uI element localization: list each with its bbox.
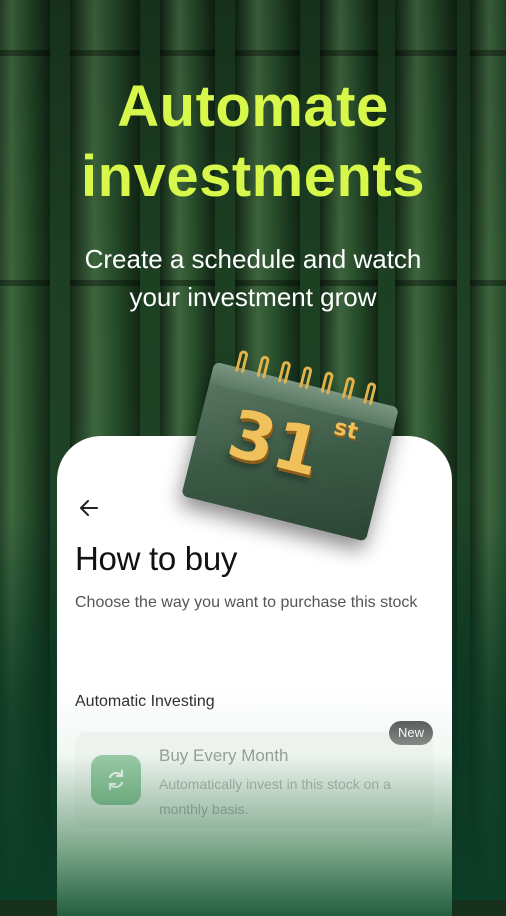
- hero-subline: Create a schedule and watch your investm…: [0, 240, 506, 316]
- subline-line-1: Create a schedule and watch: [84, 244, 422, 274]
- section-label-one-time-purchase: One-time Purchase: [75, 882, 213, 899]
- section-label-automatic-investing: Automatic Investing: [75, 693, 215, 710]
- repeat-icon: [91, 755, 141, 805]
- page-title: How to buy: [75, 540, 238, 577]
- arrow-left-icon: [80, 500, 98, 516]
- back-button[interactable]: [75, 494, 103, 522]
- new-badge: New: [389, 721, 434, 745]
- hero-headline: Automate investments: [0, 72, 506, 212]
- subline-line-2: your investment grow: [129, 282, 377, 312]
- headline-line-1: Automate: [117, 74, 389, 139]
- buy-every-month-option[interactable]: Buy Every Month Automatically invest in …: [75, 732, 433, 828]
- option-description: Automatically invest in this stock on a …: [159, 776, 391, 817]
- headline-line-2: investments: [81, 144, 425, 209]
- option-title: Buy Every Month: [159, 746, 289, 765]
- page-description: Choose the way you want to purchase this…: [75, 594, 418, 611]
